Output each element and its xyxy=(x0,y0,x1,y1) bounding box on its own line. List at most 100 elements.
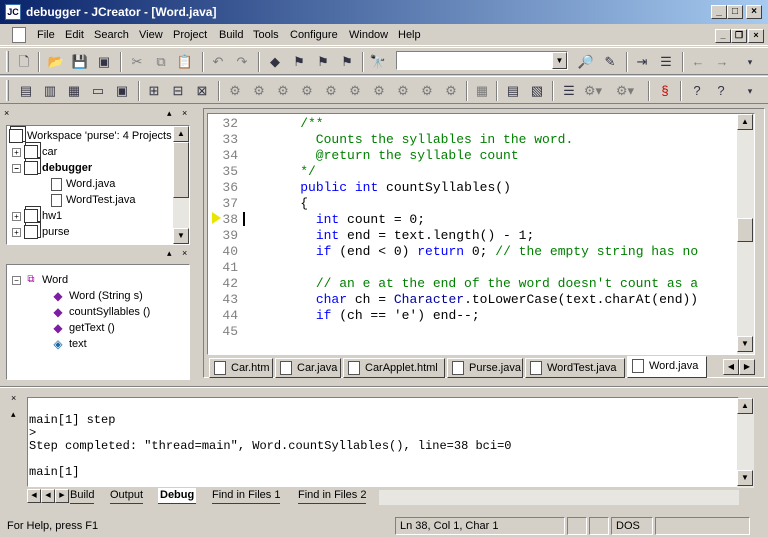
scroll-thumb[interactable] xyxy=(737,218,753,242)
chevron-down-icon[interactable]: ▼ xyxy=(552,52,567,69)
indent-icon[interactable]: ⇥ xyxy=(632,52,652,72)
workspace-root[interactable]: Workspace 'purse': 4 Projects xyxy=(9,128,172,144)
toolbar-grip[interactable] xyxy=(6,51,9,72)
forward-arrow-icon[interactable]: → xyxy=(712,52,732,72)
scroll-down-icon[interactable]: ▼ xyxy=(173,228,189,244)
paste-icon[interactable]: 📋 xyxy=(175,52,195,72)
code-line[interactable]: @return the syllable count xyxy=(269,148,519,163)
output-view-icon[interactable]: ▭ xyxy=(88,81,108,101)
marker-icon[interactable]: ◆ xyxy=(265,52,285,72)
tree-item-purse[interactable]: + purse xyxy=(12,224,70,240)
save-icon[interactable]: 💾 xyxy=(70,52,90,72)
scroll-up-icon[interactable]: ▲ xyxy=(737,398,753,414)
expand-icon[interactable]: + xyxy=(12,211,21,221)
toggle-breakpoint-icon[interactable]: ▤ xyxy=(503,81,523,101)
fullscreen-icon[interactable]: ▣ xyxy=(112,81,132,101)
tree-item-class-word[interactable]: − ⧉ Word xyxy=(12,272,68,288)
cut-icon[interactable]: ✂ xyxy=(127,52,147,72)
tab-car-htm[interactable]: Car.htm xyxy=(209,358,273,378)
menu-tools[interactable]: Tools xyxy=(253,29,279,41)
debug-step-icon[interactable]: ⚙ xyxy=(417,81,437,101)
watch-icon[interactable]: ▦ xyxy=(472,81,492,101)
redo-icon[interactable]: ↷ xyxy=(232,52,252,72)
menu-configure[interactable]: Configure xyxy=(290,29,338,41)
debug-step-icon[interactable]: ⚙ xyxy=(297,81,317,101)
tab-word-java[interactable]: Word.java xyxy=(627,356,707,378)
copy-icon[interactable]: ⧉ xyxy=(151,52,171,72)
find-combo[interactable]: ▼ xyxy=(396,51,568,70)
javadoc-icon[interactable]: ☰ xyxy=(559,81,579,101)
expand-icon[interactable]: + xyxy=(12,227,21,237)
save-all-icon[interactable]: ▣ xyxy=(94,52,114,72)
tree-item-member[interactable]: ◈ text xyxy=(51,336,86,352)
clear-bookmarks-icon[interactable]: ⚑ xyxy=(337,52,357,72)
code-line[interactable]: */ xyxy=(269,164,316,179)
scroll-up-icon[interactable]: ▲ xyxy=(737,114,753,130)
debug-step-icon[interactable]: ⚙ xyxy=(225,81,245,101)
jcreator-app-icon[interactable]: JC xyxy=(5,4,21,20)
tab-scroll-right-icon[interactable]: ▶ xyxy=(739,359,755,375)
menu-project[interactable]: Project xyxy=(173,29,207,41)
menu-view[interactable]: View xyxy=(139,29,163,41)
maximize-button[interactable]: □ xyxy=(727,5,743,19)
tree-item-member[interactable]: ◆ getText () xyxy=(51,320,114,336)
mdi-restore-button[interactable]: ❐ xyxy=(731,29,747,43)
menu-build[interactable]: Build xyxy=(219,29,243,41)
output-pin-icon[interactable]: ▴ xyxy=(11,409,16,420)
code-line[interactable]: if (ch == 'e') end--; xyxy=(269,308,480,323)
menu-window[interactable]: Window xyxy=(349,29,388,41)
tools-dropdown-icon[interactable]: ⚙▾ xyxy=(583,81,603,101)
workspace-view-icon[interactable]: ▤ xyxy=(16,81,36,101)
output-console[interactable]: main[1] step > Step completed: "thread=mai… xyxy=(27,397,739,487)
execute-icon[interactable]: ⊠ xyxy=(192,81,212,101)
build-icon[interactable]: ⊟ xyxy=(168,81,188,101)
mdi-minimize-button[interactable]: _ xyxy=(715,29,731,43)
code-line[interactable]: // an e at the end of the word doesn't c… xyxy=(269,276,698,291)
scroll-thumb[interactable] xyxy=(173,142,189,198)
scroll-down-icon[interactable]: ▼ xyxy=(737,336,753,352)
panel-close-icon[interactable]: × xyxy=(4,108,9,118)
tab-purse-java[interactable]: Purse.java xyxy=(447,358,523,378)
scroll-up-icon[interactable]: ▲ xyxy=(173,126,189,142)
find-in-files-icon[interactable]: 🔎 xyxy=(576,52,596,72)
tab-next-icon[interactable]: ▶ xyxy=(55,489,69,503)
prev-bookmark-icon[interactable]: ⚑ xyxy=(313,52,333,72)
tab-output[interactable]: Output xyxy=(110,488,144,504)
tools-dropdown-icon[interactable]: ⚙▾ xyxy=(615,81,635,101)
code-line[interactable]: public int countSyllables() xyxy=(269,180,511,195)
toolbar-overflow-icon[interactable]: ▾ xyxy=(740,52,760,72)
tree-item-car[interactable]: + car xyxy=(12,144,57,160)
tab-find-in-files-2[interactable]: Find in Files 2 xyxy=(298,488,367,504)
tab-first-icon[interactable]: ◀ xyxy=(27,489,41,503)
context-help-icon[interactable]: ? xyxy=(711,81,731,101)
menu-search[interactable]: Search xyxy=(94,29,129,41)
close-button[interactable]: × xyxy=(746,5,762,19)
debug-step-icon[interactable]: ⚙ xyxy=(249,81,269,101)
debug-step-icon[interactable]: ⚙ xyxy=(321,81,341,101)
next-bookmark-icon[interactable]: ⚑ xyxy=(289,52,309,72)
new-file-icon[interactable]: 🗋 xyxy=(14,52,34,72)
clear-breakpoints-icon[interactable]: ▧ xyxy=(527,81,547,101)
tab-carapplet-html[interactable]: CarApplet.html xyxy=(343,358,445,378)
jdk-help-icon[interactable]: § xyxy=(655,81,675,101)
collapse-icon[interactable]: − xyxy=(12,275,21,285)
tree-item-wordtest-java[interactable]: WordTest.java xyxy=(51,192,136,208)
panel-collapse-icon[interactable]: ▴ xyxy=(167,108,172,119)
class-view-icon[interactable]: ▦ xyxy=(64,81,84,101)
code-line[interactable]: int end = text.length() - 1; xyxy=(269,228,534,243)
output-close-icon[interactable]: × xyxy=(11,393,16,403)
panel-collapse-icon[interactable]: ▴ xyxy=(167,248,172,259)
workspace-scrollbar[interactable]: ▲ ▼ xyxy=(173,126,189,244)
menu-file[interactable]: File xyxy=(37,29,55,41)
output-vscrollbar[interactable]: ▲ ▼ xyxy=(737,398,754,488)
code-line[interactable]: int count = 0; xyxy=(269,212,425,227)
find-binoculars-icon[interactable]: 🔭 xyxy=(368,52,388,72)
file-view-icon[interactable]: ▥ xyxy=(40,81,60,101)
mdi-close-button[interactable]: × xyxy=(748,29,764,43)
code-line[interactable]: char ch = Character.toLowerCase(text.cha… xyxy=(269,292,698,307)
tree-item-member[interactable]: ◆ Word (String s) xyxy=(51,288,142,304)
editor-vscrollbar[interactable]: ▲ ▼ xyxy=(737,114,754,354)
output-hscrollbar[interactable] xyxy=(379,490,739,505)
debug-step-icon[interactable]: ⚙ xyxy=(393,81,413,101)
toolbar-overflow-icon[interactable]: ▾ xyxy=(740,81,760,101)
